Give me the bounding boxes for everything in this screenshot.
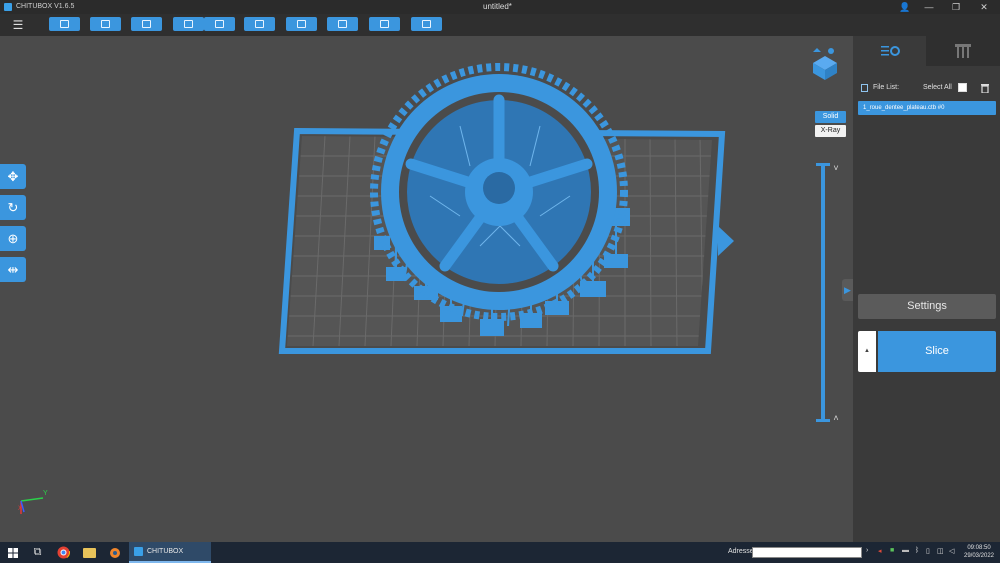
taskbar-app-label: CHITUBOX: [147, 548, 184, 555]
document-title: untitled*: [483, 2, 512, 11]
import-icon: [184, 20, 193, 28]
select-all-checkbox[interactable]: [958, 83, 967, 92]
plate-front-marker: [718, 226, 734, 256]
layout-button[interactable]: [286, 17, 317, 31]
save-icon: [101, 20, 110, 28]
axis-y-label: Y: [43, 490, 48, 497]
delete-icon[interactable]: [980, 83, 990, 93]
tab-support[interactable]: [926, 36, 999, 66]
clock-time: 09:08:50: [967, 545, 991, 551]
mirror-tool-button[interactable]: ⇹: [0, 257, 26, 282]
chitubox-window: CHITUBOX V1.6.5 untitled* 👤 — ❐ ✕ ☰ Y X …: [0, 0, 1000, 563]
volume-icon[interactable]: ◁: [949, 547, 954, 555]
battery-icon[interactable]: ▯: [926, 547, 930, 555]
open-button[interactable]: [49, 17, 80, 31]
panel-tabs: [853, 36, 1000, 66]
clock-date: 29/03/2022: [963, 553, 995, 559]
file-list-header: File List: Select All: [853, 81, 1000, 95]
import-button[interactable]: [173, 17, 204, 31]
export-icon: [215, 20, 224, 28]
address-input[interactable]: [752, 547, 862, 558]
address-label: Adresse: [728, 548, 754, 555]
app-title: CHITUBOX V1.6.5: [16, 3, 75, 10]
title-bar: CHITUBOX V1.6.5 untitled* 👤 — ❐ ✕: [0, 0, 1000, 14]
dialog-icon: [255, 20, 264, 28]
dialog-button[interactable]: [244, 17, 275, 31]
chitubox-taskbar-icon: [134, 547, 143, 556]
task-view-icon[interactable]: ⧉: [31, 546, 44, 559]
layer-up-arrow-icon[interactable]: ˄: [831, 413, 841, 423]
blender-icon[interactable]: [108, 546, 121, 559]
tray-arrow-icon[interactable]: ›: [866, 547, 868, 554]
account-icon[interactable]: 👤: [893, 0, 917, 14]
restore-button[interactable]: ❐: [944, 0, 968, 14]
tray-app-icon[interactable]: ◂: [878, 547, 882, 555]
chitubox-logo-icon: [4, 3, 12, 11]
layer-slider-bottom-handle[interactable]: [816, 419, 830, 422]
windows-start-icon[interactable]: [8, 548, 18, 558]
select-button[interactable]: [131, 17, 162, 31]
layer-down-arrow-icon[interactable]: ˅: [831, 163, 841, 173]
support-tab-icon: [954, 44, 971, 58]
toolbar: ☰: [0, 14, 1000, 36]
panel-collapse-arrow-icon[interactable]: ▶: [842, 279, 853, 301]
hamburger-menu-icon[interactable]: ☰: [11, 18, 25, 32]
file-list-item[interactable]: 1_roue_dentee_plateau.ctb #0: [858, 101, 996, 115]
hollow-icon: [380, 20, 389, 28]
support-icon: [338, 20, 347, 28]
tray-network-icon[interactable]: ▬: [902, 547, 909, 554]
axis-x-label: X: [18, 506, 23, 512]
lock-icon: [422, 20, 431, 28]
3d-viewport[interactable]: Y X ✥ ↻ ⊕ ⇹ Solid X-Ray ˅ ˄ ▶: [0, 36, 853, 542]
open-icon: [60, 20, 69, 28]
right-panel: File List: Select All 1_roue_dentee_plat…: [853, 36, 1000, 542]
xray-view-button[interactable]: X-Ray: [815, 125, 846, 137]
hollow-button[interactable]: [369, 17, 400, 31]
bluetooth-icon[interactable]: ᛒ: [915, 547, 919, 554]
move-tool-button[interactable]: ✥: [0, 164, 26, 189]
taskbar-clock[interactable]: 09:08:50 29/03/2022: [962, 544, 996, 560]
file-list-tab-icon: [880, 46, 900, 56]
close-button[interactable]: ✕: [972, 0, 996, 14]
network-icon[interactable]: ◫: [937, 547, 944, 555]
taskbar-chitubox-app[interactable]: CHITUBOX: [129, 542, 211, 563]
layer-slider[interactable]: [821, 165, 825, 421]
scale-tool-button[interactable]: ⊕: [0, 226, 26, 251]
file-explorer-icon[interactable]: [83, 548, 96, 558]
windows-taskbar: ⧉ CHITUBOX Adresse › ◂ ■ ▬ ᛒ ▯ ◫ ◁ 09:08…: [0, 542, 1000, 563]
export-button[interactable]: [204, 17, 235, 31]
tray-cloud-icon[interactable]: ■: [890, 547, 894, 554]
chrome-icon[interactable]: [57, 546, 70, 559]
save-button[interactable]: [90, 17, 121, 31]
rotate-tool-button[interactable]: ↻: [0, 195, 26, 220]
select-icon: [142, 20, 151, 28]
slice-button[interactable]: Slice: [878, 331, 996, 372]
layout-icon: [297, 20, 306, 28]
file-list-label: File List:: [873, 84, 900, 91]
build-plate-scene: [20, 48, 837, 514]
support-button[interactable]: [327, 17, 358, 31]
select-all-label: Select All: [923, 84, 952, 91]
solid-view-button[interactable]: Solid: [815, 111, 846, 123]
tab-file-list[interactable]: [853, 36, 926, 66]
file-list-icon: [861, 84, 868, 92]
lock-button[interactable]: [411, 17, 442, 31]
minimize-button[interactable]: —: [917, 0, 941, 14]
axis-gizmo: [20, 497, 44, 514]
view-cube-icon[interactable]: [813, 48, 837, 80]
settings-button[interactable]: Settings: [858, 294, 996, 319]
slice-options-button[interactable]: ▲: [858, 331, 876, 372]
